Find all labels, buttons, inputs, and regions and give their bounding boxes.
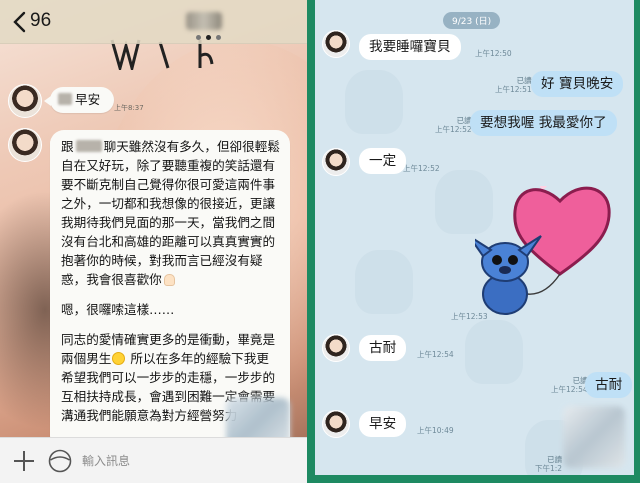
- page-indicator: [196, 35, 221, 40]
- time-text: 上午12:53: [451, 312, 488, 321]
- message-bubble: 早安: [44, 87, 114, 113]
- name-blur: [75, 140, 102, 152]
- message-paragraph: 嗯，很囉嗦這樣……: [61, 300, 280, 319]
- message-text: 嗯，很囉嗦這樣……: [61, 302, 175, 317]
- emoji-face-icon[interactable]: [48, 449, 72, 473]
- page-dot: [216, 35, 221, 40]
- read-receipt: 已讀 上午12:51: [495, 76, 532, 94]
- background-pattern: [345, 70, 403, 134]
- time-text: 上午10:49: [417, 426, 454, 435]
- outgoing-message: 要想我喔 我最愛你了: [470, 110, 617, 136]
- page-dot: [196, 35, 201, 40]
- stitch-heart-balloon-sticker[interactable]: [475, 186, 625, 321]
- message-time: 上午12:53: [451, 312, 488, 321]
- read-receipt: 已讀 上午12:54: [551, 376, 588, 394]
- message-input[interactable]: [82, 446, 292, 476]
- read-label: 已讀: [456, 116, 472, 125]
- chat-area: 9/23 (日) 我要睡囉寶貝 上午12:50 已讀 上午12:51 好 寶貝晚安…: [315, 0, 634, 475]
- laughing-emoji-icon: [112, 352, 126, 365]
- time-text: 上午12:50: [475, 49, 512, 58]
- right-chat-screenshot: 9/23 (日) 我要睡囉寶貝 上午12:50 已讀 上午12:51 好 寶貝晚安…: [307, 0, 640, 483]
- contact-avatar[interactable]: [322, 30, 350, 58]
- read-receipt: 已讀 上午12:52: [435, 116, 472, 134]
- left-chat-screenshot: 96 早安 上午8:37 跟聊天雖然沒有多久，但卻很輕鬆自在又好玩，除了要聽重複…: [0, 0, 307, 483]
- read-label: 已讀: [547, 455, 563, 464]
- message-paragraph: 跟聊天雖然沒有多久，但卻很輕鬆自在又好玩，除了要聽重複的笑話還有要不斷克制自己覺…: [61, 137, 280, 289]
- time-text: 上午12:51: [495, 85, 532, 94]
- outgoing-message: 古耐: [585, 372, 633, 398]
- contact-name-blurred: [186, 12, 222, 30]
- page-dot-active: [206, 35, 211, 40]
- message-text: 早安: [75, 92, 101, 107]
- incoming-message: 一定: [359, 148, 407, 174]
- unread-count[interactable]: 96: [30, 10, 51, 32]
- message-text: 聊天雖然沒有多久，但卻很輕鬆自在又好玩，除了要聽重複的笑話還有要不斷克制自己覺得…: [61, 139, 280, 287]
- read-receipt: 已讀 下午1:2: [535, 455, 562, 473]
- contact-avatar[interactable]: [8, 128, 42, 162]
- background-pattern: [465, 320, 523, 384]
- incoming-message: 早安: [359, 411, 407, 437]
- back-chevron-icon[interactable]: [12, 11, 26, 33]
- message-time: 上午12:54: [417, 350, 454, 359]
- contact-avatar[interactable]: [322, 334, 350, 362]
- date-separator: 9/23 (日): [443, 12, 501, 29]
- incoming-message: 我要睡囉寶貝: [359, 34, 461, 60]
- message-time: 上午10:49: [417, 426, 454, 435]
- time-text: 上午12:52: [435, 125, 472, 134]
- contact-avatar[interactable]: [8, 84, 42, 118]
- time-text: 上午12:54: [417, 350, 454, 359]
- read-label: 已讀: [572, 376, 588, 385]
- message-text: 跟: [61, 139, 74, 154]
- outgoing-message: 好 寶貝晚安: [531, 71, 624, 97]
- message-time: 上午12:52: [403, 164, 440, 173]
- contact-avatar[interactable]: [322, 410, 350, 438]
- message-time: 上午12:50: [475, 49, 512, 58]
- read-label: 已讀: [516, 76, 532, 85]
- blurred-image-message: [563, 406, 625, 468]
- message-input-bar: [0, 437, 307, 483]
- contact-avatar[interactable]: [322, 148, 350, 176]
- time-text: 下午1:2: [535, 464, 563, 473]
- message-time: 上午8:37: [114, 104, 144, 112]
- time-text: 上午12:54: [551, 385, 588, 394]
- background-pattern: [355, 250, 413, 314]
- incoming-message: 古耐: [359, 335, 407, 361]
- chat-header: 96: [0, 0, 307, 44]
- plus-icon[interactable]: [13, 450, 35, 472]
- name-blur: [58, 93, 72, 105]
- hand-emoji-icon: [163, 274, 175, 286]
- time-text: 上午12:52: [403, 164, 440, 173]
- message-text: 我們能願意為對方經營努力: [86, 408, 238, 423]
